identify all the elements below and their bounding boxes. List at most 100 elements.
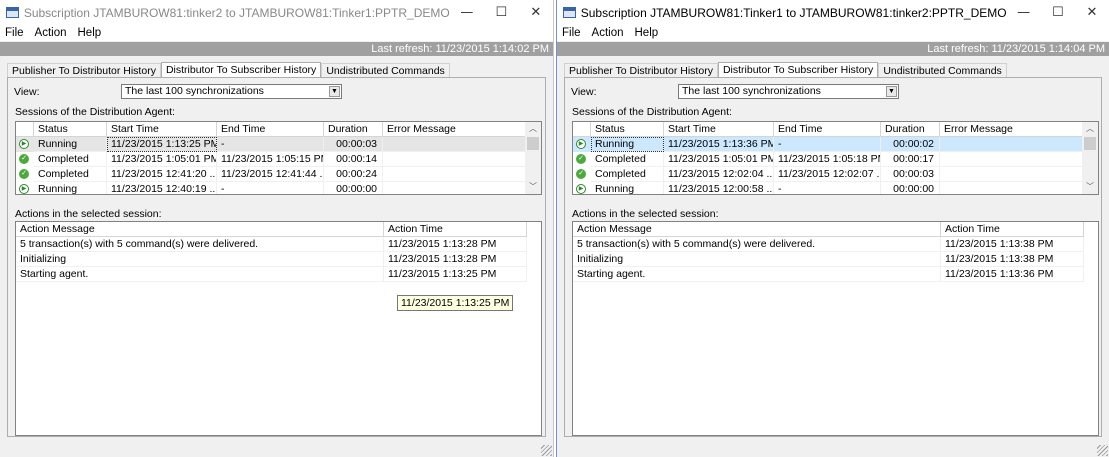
column-header-icon [16,122,34,137]
tab-undistributed-commands[interactable]: Undistributed Commands [321,63,450,78]
table-row[interactable]: ▶ Running 11/23/2015 1:13:25 PM -00:00:03 [16,137,527,152]
cell-start: 11/23/2015 12:00:58 ... [664,182,774,194]
cell-status: Completed [591,167,664,182]
tab-publisher-to-distributor-history[interactable]: Publisher To Distributor History [564,63,718,78]
menu-help[interactable]: Help [635,27,659,39]
tab-distributor-to-subscriber-history[interactable]: Distributor To Subscriber History [160,62,322,78]
cell-start: 11/23/2015 12:41:20 ... [107,167,217,182]
column-header-start-time[interactable]: Start Time [107,122,217,137]
completed-check-icon: ✓ [19,154,29,164]
window-title: Subscription JTAMBUROW81:Tinker1 to JTAM… [580,5,1007,20]
minimize-button[interactable]: — [1007,5,1041,20]
cell-action-time: 11/23/2015 1:13:38 PM [941,237,1084,252]
action-row[interactable]: Initializing 11/23/2015 1:13:28 PM [16,252,527,267]
sessions-label: Sessions of the Distribution Agent: [572,106,732,118]
cell-end: 11/23/2015 1:05:18 PM [774,152,881,167]
cell-error [940,137,1084,152]
view-label: View: [14,86,40,98]
tab-distributor-to-subscriber-history[interactable]: Distributor To Subscriber History [717,62,879,78]
action-row[interactable]: 5 transaction(s) with 5 command(s) were … [16,237,527,252]
cell-status: Running [34,137,107,152]
app-icon [6,7,19,18]
view-dropdown[interactable]: The last 100 synchronizations ▼ [678,84,899,99]
action-row[interactable]: Starting agent. 11/23/2015 1:13:36 PM [573,267,1084,282]
close-button[interactable]: ✕ [519,5,553,20]
tab-undistributed-commands[interactable]: Undistributed Commands [878,63,1007,78]
tab-publisher-to-distributor-history[interactable]: Publisher To Distributor History [7,63,161,78]
column-header-error-message[interactable]: Error Message [940,122,1084,137]
scroll-up-icon[interactable]: ︿ [1082,122,1098,136]
cell-end: 11/23/2015 12:02:07 ... [774,167,881,182]
column-header-end-time[interactable]: End Time [217,122,324,137]
cell-action-message: Initializing [16,252,384,267]
column-header-status[interactable]: Status [34,122,107,137]
resize-grip-icon[interactable] [1097,445,1108,456]
sessions-scrollbar[interactable]: ︿ ﹀ [1082,122,1098,194]
cell-duration: 00:00:03 [881,167,940,182]
column-header-end-time[interactable]: End Time [774,122,881,137]
cell-status: Running [591,182,664,194]
column-header-action-time[interactable]: Action Time [941,222,1084,237]
cell-start: 11/23/2015 1:13:36 PM [664,137,774,152]
chevron-down-icon[interactable]: ▼ [329,86,340,97]
resize-grip-icon[interactable] [541,445,552,456]
menu-action[interactable]: Action [35,27,67,39]
action-row[interactable]: 5 transaction(s) with 5 command(s) were … [573,237,1084,252]
menu-bar: File Action Help [557,25,1109,41]
cell-duration: 00:00:00 [881,182,940,194]
minimize-button[interactable]: — [450,5,484,20]
column-header-duration[interactable]: Duration [324,122,383,137]
column-header-status[interactable]: Status [591,122,664,137]
cell-start: 11/23/2015 12:40:19 ... [107,182,217,194]
table-row[interactable]: ✓ Completed 11/23/2015 12:02:04 ... 11/23/2… [573,167,1084,182]
view-dropdown[interactable]: The last 100 synchronizations ▼ [121,84,342,99]
table-row[interactable]: ✓ Completed 11/23/2015 1:05:01 PM 11/23/201… [16,152,527,167]
maximize-button[interactable]: ☐ [1041,5,1075,20]
table-row[interactable]: ▶ Running 11/23/2015 12:00:58 ... -00:00:00 [573,182,1084,194]
column-header-action-message[interactable]: Action Message [573,222,941,237]
chevron-down-icon[interactable]: ▼ [886,86,897,97]
sessions-grid[interactable]: Status Start Time End Time Duration Error Me… [572,121,1099,195]
title-bar[interactable]: Subscription JTAMBUROW81:Tinker1 to JTAM… [557,0,1109,25]
menu-file[interactable]: File [5,27,24,39]
scroll-thumb[interactable] [527,137,539,150]
menu-action[interactable]: Action [592,27,624,39]
scroll-down-icon[interactable]: ﹀ [525,180,541,194]
cell-end: - [774,137,881,152]
app-icon [563,7,576,18]
sessions-grid[interactable]: Status Start Time End Time Duration Error Me… [15,121,542,195]
title-bar[interactable]: Subscription JTAMBUROW81:tinker2 to JTAM… [0,0,553,25]
column-header-start-time[interactable]: Start Time [664,122,774,137]
table-row[interactable]: ✓ Completed 11/23/2015 12:41:20 ... 11/23/2… [16,167,527,182]
cell-duration: 00:00:14 [324,152,383,167]
column-header-error-message[interactable]: Error Message [383,122,527,137]
actions-grid[interactable]: Action Message Action Time 5 transaction(… [15,221,542,436]
scroll-down-icon[interactable]: ﹀ [1082,180,1098,194]
cell-duration: 00:00:03 [324,137,383,152]
sessions-scrollbar[interactable]: ︿ ﹀ [525,122,541,194]
table-row[interactable]: ▶ Running 11/23/2015 12:40:19 ... -00:00:00 [16,182,527,194]
maximize-button[interactable]: ☐ [484,5,518,20]
table-row[interactable]: ✓ Completed 11/23/2015 1:05:01 PM 11/23/201… [573,152,1084,167]
cell-action-time: 11/23/2015 1:13:28 PM [384,237,527,252]
running-icon: ▶ [576,139,586,149]
actions-grid[interactable]: Action Message Action Time 5 transaction(… [572,221,1099,436]
running-icon: ▶ [19,184,29,194]
subscription-window-right: Subscription JTAMBUROW81:Tinker1 to JTAM… [556,0,1109,457]
column-header-duration[interactable]: Duration [881,122,940,137]
scroll-up-icon[interactable]: ︿ [525,122,541,136]
menu-help[interactable]: Help [78,27,102,39]
view-value: The last 100 synchronizations [682,85,821,97]
table-row[interactable]: ▶ Running 11/23/2015 1:13:36 PM -00:00:02 [573,137,1084,152]
scroll-thumb[interactable] [1084,137,1096,150]
menu-file[interactable]: File [562,27,581,39]
cell-action-message: Starting agent. [16,267,384,282]
action-row[interactable]: Starting agent. 11/23/2015 1:13:25 PM [16,267,527,282]
cell-end: 11/23/2015 12:41:44 ... [217,167,324,182]
close-button[interactable]: ✕ [1075,5,1109,20]
column-header-action-time[interactable]: Action Time [384,222,527,237]
column-header-action-message[interactable]: Action Message [16,222,384,237]
window-title: Subscription JTAMBUROW81:tinker2 to JTAM… [23,5,450,20]
cell-status: Completed [591,152,664,167]
action-row[interactable]: Initializing 11/23/2015 1:13:38 PM [573,252,1084,267]
